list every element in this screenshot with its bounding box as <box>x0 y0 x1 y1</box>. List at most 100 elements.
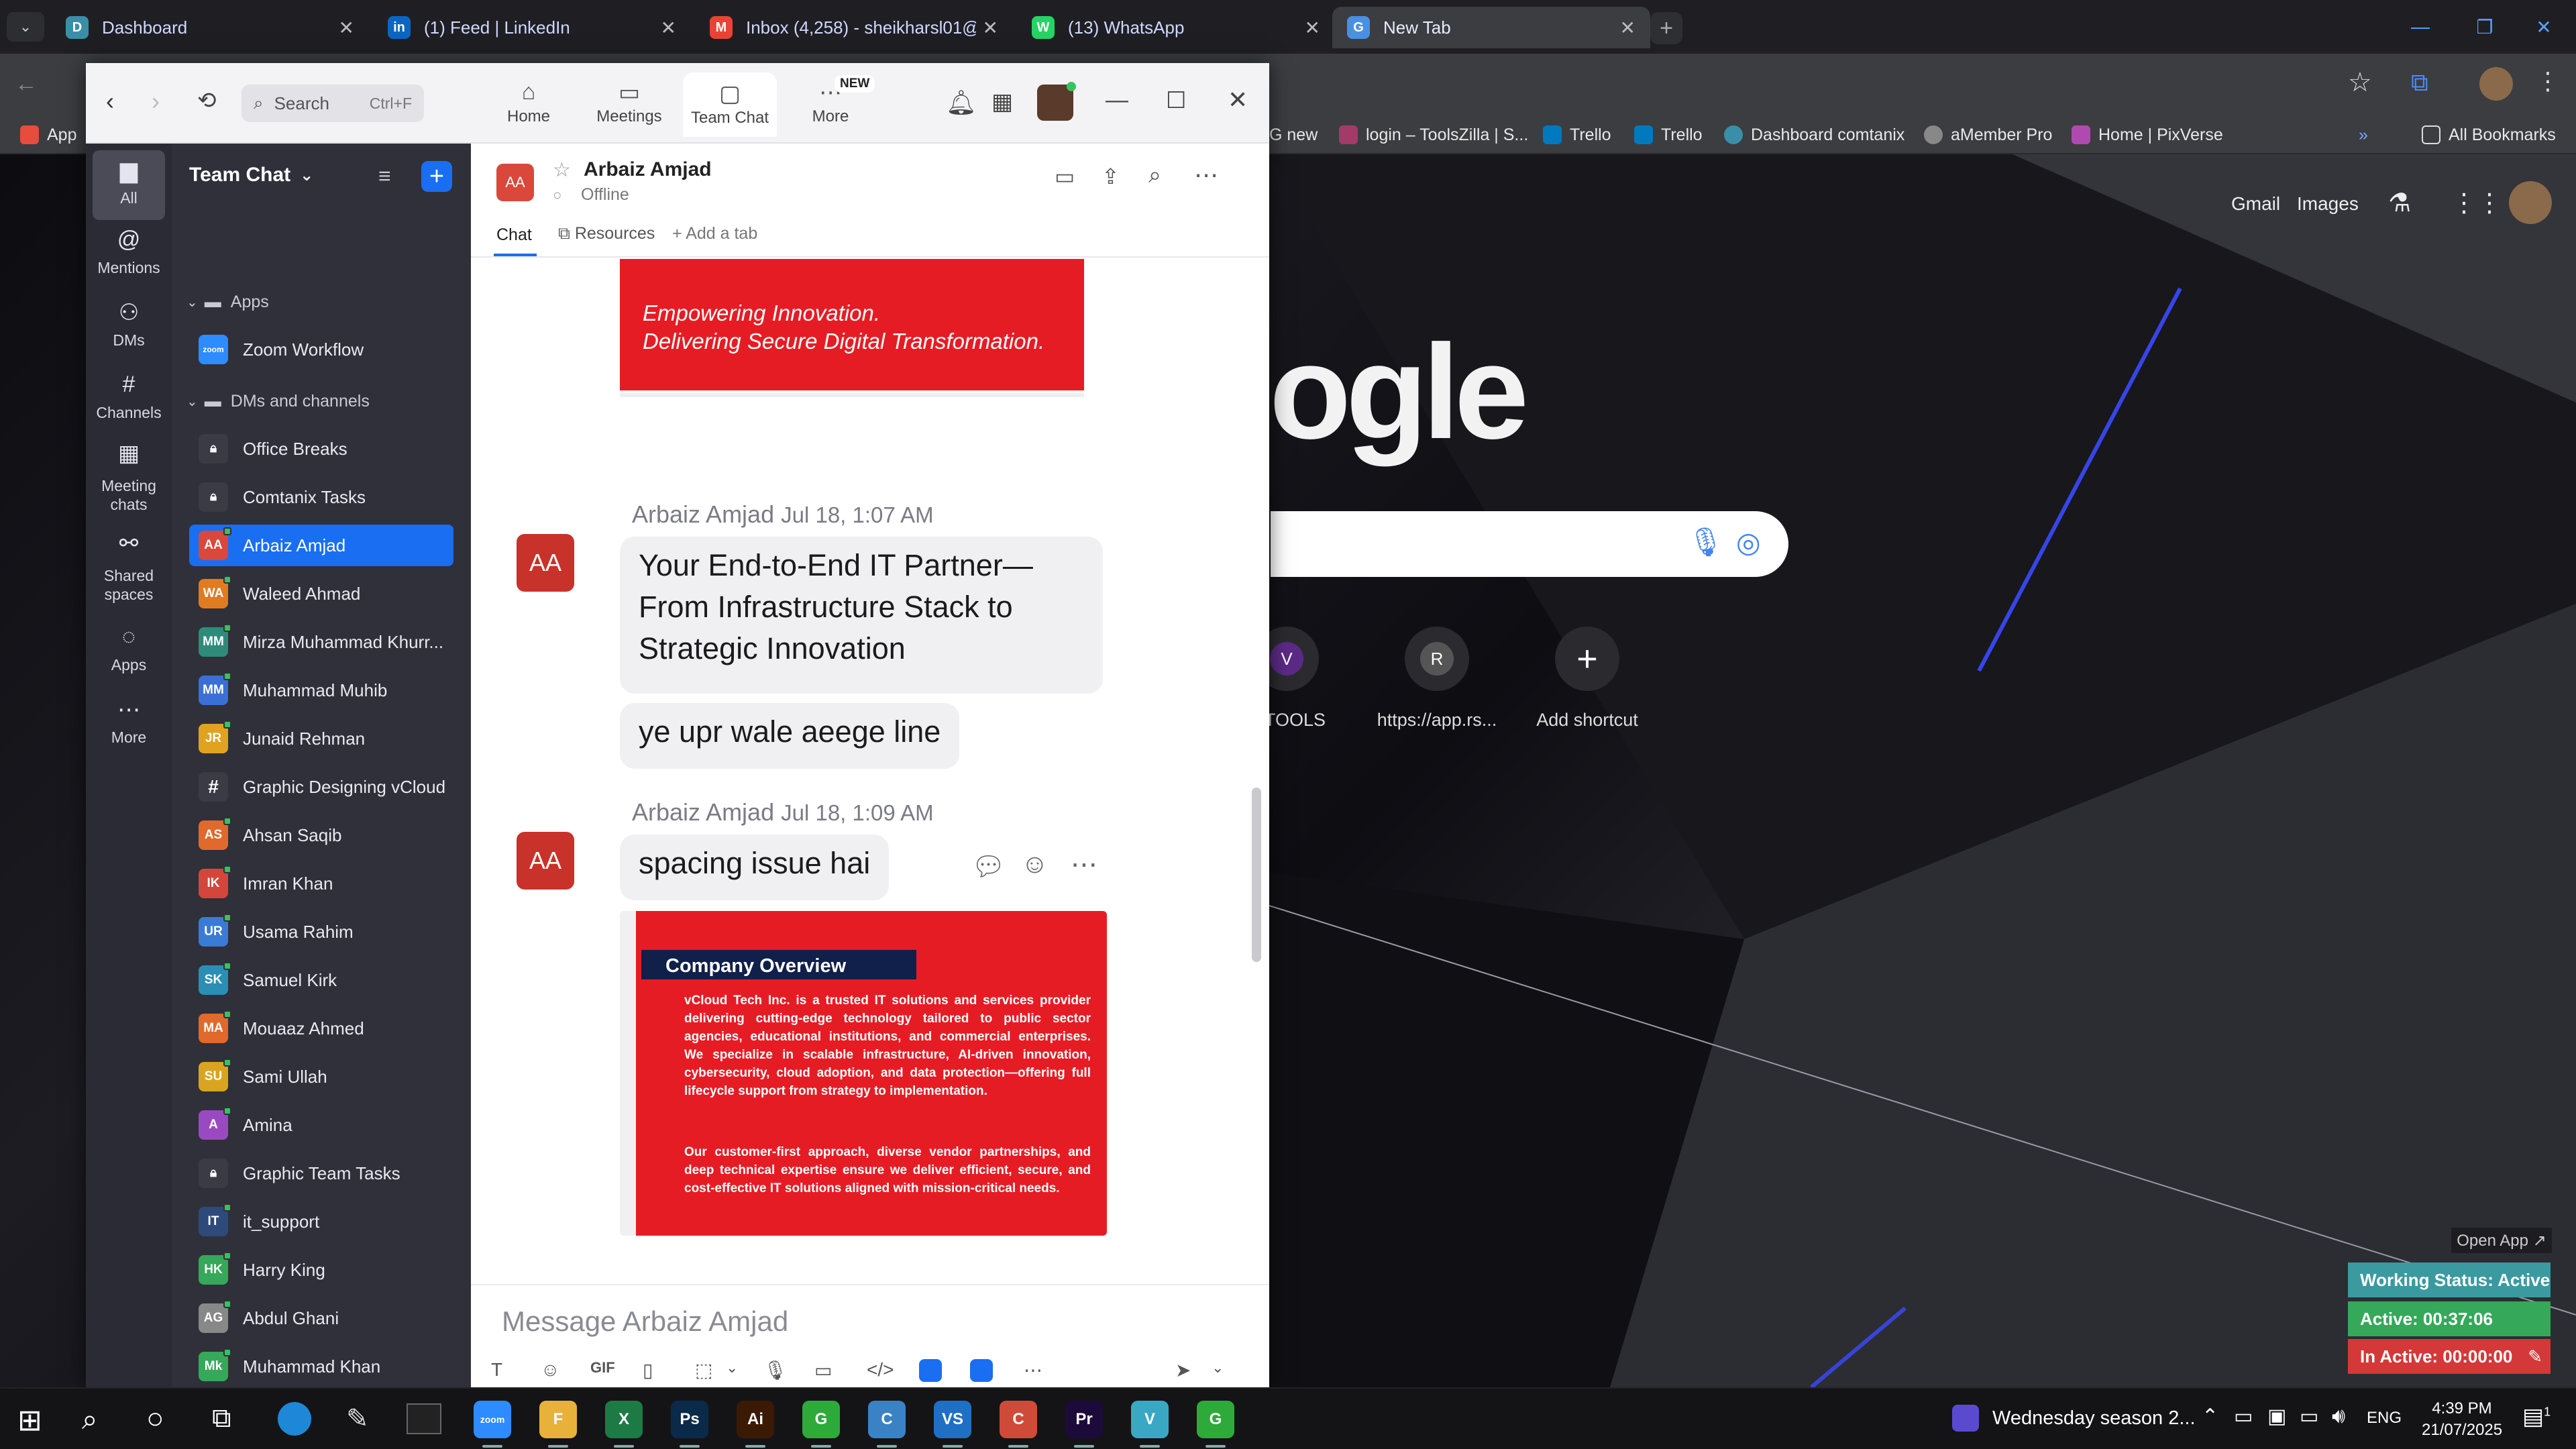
edge-icon[interactable] <box>278 1402 311 1436</box>
emoji-icon[interactable]: ☺ <box>541 1359 560 1381</box>
chevron-down-icon[interactable]: ⌄ <box>726 1359 738 1377</box>
list-item-contact[interactable]: # Graphic Designing vCloud <box>189 766 453 808</box>
taskbar-app-icon[interactable]: VS <box>934 1401 971 1438</box>
section-apps[interactable]: ⌄ ▬ Apps <box>186 292 269 312</box>
rail-meeting-chats[interactable]: ▦ Meeting chats <box>86 442 172 514</box>
list-item-contact[interactable]: 🔒︎ Office Breaks <box>189 428 453 470</box>
list-item-contact[interactable]: JR Junaid Rehman <box>189 718 453 759</box>
rail-all[interactable]: ▆ All <box>93 150 165 220</box>
add-tab-button[interactable]: + Add a tab <box>672 224 757 244</box>
close-icon[interactable]: ✕ <box>983 17 998 39</box>
back-arrow-icon[interactable]: ‹ <box>106 87 114 115</box>
taskbar-app-icon[interactable]: G <box>802 1401 840 1438</box>
extensions-icon[interactable]: ⧉ <box>2411 68 2428 97</box>
close-icon[interactable]: ✕ <box>1228 86 1248 114</box>
app-shortcut-icon[interactable] <box>919 1359 942 1382</box>
gmail-link[interactable]: Gmail <box>2231 193 2280 215</box>
terminal-icon[interactable] <box>407 1403 441 1434</box>
labs-flask-icon[interactable]: ⚗ <box>2388 188 2411 218</box>
send-icon[interactable]: ➤ <box>1175 1359 1191 1381</box>
clock[interactable]: 4:39 PM 21/07/2025 <box>2422 1398 2502 1441</box>
list-item-contact[interactable]: HK Harry King <box>189 1249 453 1291</box>
menu-dots-icon[interactable]: ⋮ <box>2536 67 2560 95</box>
google-search-box[interactable]: 🎙 ◎ <box>1271 511 1788 577</box>
browser-tab[interactable]: in (1) Feed | LinkedIn ✕ <box>373 7 691 48</box>
message-bubble[interactable]: Your End-to-End IT Partner—From Infrastr… <box>620 537 1103 694</box>
rail-apps[interactable]: ◌ Apps <box>86 624 172 674</box>
code-icon[interactable]: </> <box>867 1359 894 1381</box>
tray-app-icon[interactable]: ▣ <box>2267 1405 2286 1428</box>
close-icon[interactable]: ✕ <box>339 17 354 39</box>
nav-more[interactable]: ⋯ More NEW <box>784 75 877 126</box>
more-dots-icon[interactable]: ⋯ <box>1024 1359 1042 1381</box>
list-item-contact[interactable]: UR Usama Rahim <box>189 911 453 953</box>
taskbar-app-icon[interactable]: Ps <box>671 1401 708 1438</box>
list-item-contact[interactable]: 🔒︎ Comtanix Tasks <box>189 476 453 518</box>
search-input[interactable]: ⌕ Search Ctrl+F <box>241 85 424 122</box>
list-item-contact[interactable]: WA Waleed Ahmad <box>189 573 453 614</box>
meet-now-icon[interactable]: ▭ <box>2234 1405 2253 1428</box>
volume-icon[interactable]: 🔊︎ <box>2332 1403 2345 1429</box>
new-tab-button[interactable]: + <box>1650 12 1682 44</box>
taskbar-app-icon[interactable]: zoom <box>474 1401 511 1438</box>
microphone-icon[interactable]: 🎙 <box>1688 526 1723 559</box>
company-overview-image[interactable]: Company Overview vCloud Tech Inc. is a t… <box>620 911 1107 1236</box>
back-arrow-icon[interactable]: ← <box>15 71 38 97</box>
browser-tab[interactable]: M Inbox (4,258) - sheikharsl01@g ✕ <box>695 7 1013 48</box>
list-item-contact[interactable]: MM Mirza Muhammad Khurr... <box>189 621 453 663</box>
windows-start-icon[interactable]: ⊞ <box>17 1403 42 1438</box>
rail-dms[interactable]: ⚇ DMs <box>86 299 172 350</box>
list-item-contact[interactable]: A Amina <box>189 1104 453 1146</box>
pencil-icon[interactable]: ✎ <box>2528 1346 2542 1367</box>
bookmark-item[interactable]: login – ToolsZilla | S... <box>1339 123 1528 146</box>
sender-avatar[interactable]: AA <box>517 534 574 592</box>
bookmark-item[interactable]: Home | PixVerse <box>2072 123 2223 146</box>
rail-more[interactable]: ⋯ More <box>86 696 172 747</box>
forward-arrow-icon[interactable]: › <box>152 87 160 115</box>
list-item-contact[interactable]: SU Sami Ullah <box>189 1056 453 1097</box>
section-dms[interactable]: ⌄ ▬ DMs and channels <box>186 392 370 411</box>
rail-shared-spaces[interactable]: ⚯ Shared spaces <box>86 532 172 604</box>
user-avatar[interactable] <box>1037 82 1076 121</box>
filter-icon[interactable]: ≡ <box>378 164 391 189</box>
close-icon[interactable]: ✕ <box>1305 17 1320 39</box>
chevron-up-icon[interactable]: ⌃ <box>2202 1405 2218 1428</box>
list-item-contact[interactable]: MM Muhammad Muhib <box>189 669 453 711</box>
bell-icon[interactable]: 🔔︎ <box>946 89 977 117</box>
list-item-contact[interactable]: MA Mouaaz Ahmed <box>189 1008 453 1049</box>
notification-icon[interactable]: ▤1 <box>2522 1403 2551 1430</box>
list-item-contact[interactable]: AA Arbaiz Amjad <box>189 525 453 566</box>
list-item-contact[interactable]: AS Ahsan Saqib <box>189 814 453 856</box>
star-icon[interactable]: ☆ <box>2348 67 2372 98</box>
format-text-icon[interactable]: T <box>491 1359 502 1381</box>
search-icon[interactable]: ⌕ <box>1148 162 1161 189</box>
banner-image[interactable]: Empowering Innovation. Delivering Secure… <box>620 259 1084 393</box>
tab-search-button[interactable]: ⌄ <box>7 12 44 42</box>
taskbar-app-icon[interactable]: C <box>1000 1401 1037 1438</box>
cortana-icon[interactable]: ○ <box>146 1402 164 1436</box>
add-shortcut-tile[interactable]: + Add shortcut <box>1507 627 1668 731</box>
message-input[interactable]: Message Arbaiz Amjad <box>502 1305 788 1338</box>
close-icon[interactable]: ✕ <box>1620 17 1635 39</box>
bookmark-item[interactable]: aMember Pro <box>1924 123 2052 146</box>
new-chat-button[interactable]: + <box>421 161 452 192</box>
minimize-button[interactable]: — <box>2388 0 2453 54</box>
scrollbar-thumb[interactable] <box>1252 788 1261 962</box>
list-item-contact[interactable]: Mk Muhammad Khan <box>189 1346 453 1387</box>
all-bookmarks[interactable]: All Bookmarks <box>2422 123 2556 146</box>
images-link[interactable]: Images <box>2297 193 2359 215</box>
contact-name[interactable]: Arbaiz Amjad <box>584 158 712 181</box>
microphone-icon[interactable]: 🎙︎ <box>763 1359 788 1381</box>
pen-icon[interactable]: ✎ <box>346 1403 369 1434</box>
browser-tab-active[interactable]: G New Tab ✕ <box>1332 7 1650 48</box>
language-indicator[interactable]: ENG <box>2367 1409 2402 1428</box>
reply-icon[interactable]: 💬︎ <box>971 851 1006 882</box>
profile-avatar[interactable] <box>2479 67 2513 101</box>
bookmark-item[interactable]: Dashboard comtanix <box>1724 123 1904 146</box>
tab-chat[interactable]: Chat <box>496 225 532 245</box>
contact-avatar[interactable]: AA <box>496 164 534 201</box>
bookmark-item[interactable]: G new <box>1269 123 1318 146</box>
screenshot-icon[interactable]: ⬚ <box>695 1359 712 1381</box>
nav-team-chat[interactable]: ▢ Team Chat <box>683 72 777 137</box>
taskbar-app-icon[interactable]: F <box>539 1401 577 1438</box>
